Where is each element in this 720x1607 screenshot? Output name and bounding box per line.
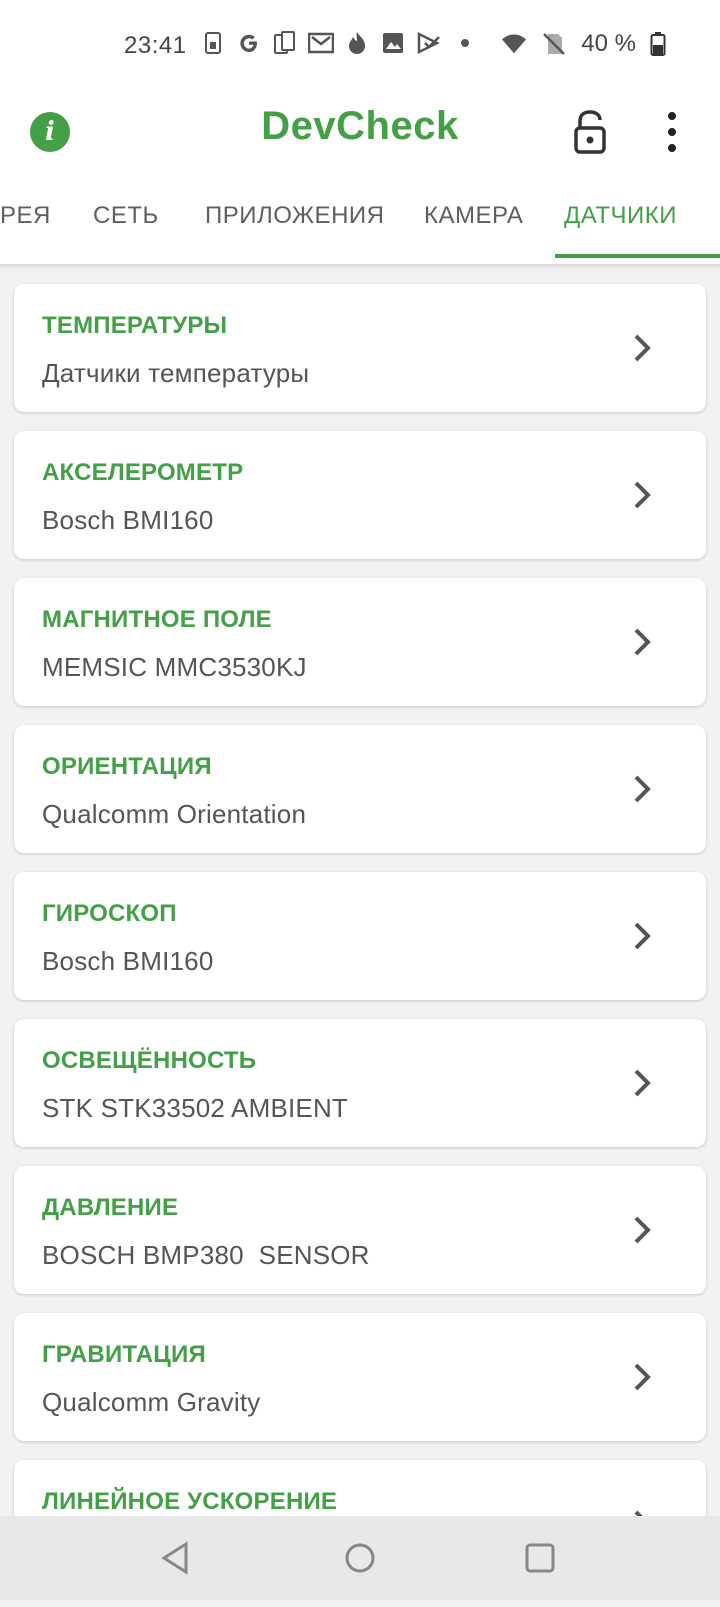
- sensor-title: АКСЕЛЕРОМЕТР: [42, 459, 244, 486]
- gmail-icon: [308, 30, 334, 56]
- sensor-title: ДАВЛЕНИЕ: [42, 1194, 179, 1221]
- chevron-right-icon: [630, 920, 654, 952]
- sensor-card-light[interactable]: ОСВЕЩЁННОСТЬ STK STK33502 AMBIENT: [14, 1019, 706, 1147]
- sensor-title: МАГНИТНОЕ ПОЛЕ: [42, 606, 272, 633]
- tab-bar: РЕЯ СЕТЬ ПРИЛОЖЕНИЯ КАМЕРА ДАТЧИКИ: [0, 180, 720, 260]
- status-system-icons: 40 %: [501, 30, 666, 58]
- sensor-card-pressure[interactable]: ДАВЛЕНИЕ BOSCH BMP380 SENSOR: [14, 1166, 706, 1294]
- tab-camera[interactable]: КАМЕРА: [424, 202, 523, 230]
- sensor-title: ГИРОСКОП: [42, 900, 177, 927]
- more-vert-icon[interactable]: [662, 112, 682, 152]
- fire-icon: [344, 30, 370, 56]
- sensor-title: ОСВЕЩЁННОСТЬ: [42, 1047, 257, 1074]
- image-icon: [380, 30, 406, 56]
- google-icon: [236, 30, 262, 56]
- app-bar: i DevCheck РЕЯ СЕТЬ ПРИЛОЖЕНИЯ КАМЕРА ДА…: [0, 96, 720, 264]
- sim-icon: [200, 30, 226, 56]
- sensor-card-magnetic-field[interactable]: МАГНИТНОЕ ПОЛЕ MEMSIC MMC3530KJ: [14, 578, 706, 706]
- back-icon[interactable]: [156, 1538, 196, 1578]
- system-nav-bar: [0, 1516, 720, 1600]
- chevron-right-icon: [630, 1067, 654, 1099]
- wifi-icon: [501, 31, 527, 57]
- active-tab-indicator: [555, 254, 720, 258]
- chevron-right-icon: [630, 1214, 654, 1246]
- status-notification-icons: [200, 30, 478, 56]
- home-icon[interactable]: [340, 1538, 380, 1578]
- status-bar: 23:41 40 %: [0, 0, 720, 96]
- battery-percent: 40 %: [581, 30, 636, 57]
- sensor-title: ГРАВИТАЦИЯ: [42, 1341, 206, 1368]
- sensor-card-gyroscope[interactable]: ГИРОСКОП Bosch BMI160: [14, 872, 706, 1000]
- sensor-card-orientation[interactable]: ОРИЕНТАЦИЯ Qualcomm Orientation: [14, 725, 706, 853]
- copy-icon: [272, 30, 298, 56]
- tabs-shadow: [0, 264, 720, 270]
- sensor-subtitle: Qualcomm Orientation: [42, 799, 307, 829]
- lock-icon[interactable]: [570, 110, 610, 154]
- battery-icon: [650, 31, 666, 57]
- sensor-subtitle: Bosch BMI160: [42, 946, 214, 976]
- sensor-subtitle: BOSCH BMP380 SENSOR: [42, 1240, 370, 1270]
- chevron-right-icon: [630, 626, 654, 658]
- sensor-subtitle: STK STK33502 AMBIENT: [42, 1093, 349, 1123]
- status-time: 23:41: [124, 32, 187, 59]
- recents-icon[interactable]: [520, 1538, 560, 1578]
- tab-battery[interactable]: РЕЯ: [0, 202, 51, 230]
- chevron-right-icon: [630, 1361, 654, 1393]
- app-title: DevCheck: [261, 104, 459, 148]
- sensor-card-gravity[interactable]: ГРАВИТАЦИЯ Qualcomm Gravity: [14, 1313, 706, 1441]
- sensor-list: ТЕМПЕРАТУРЫ Датчики температуры АКСЕЛЕРО…: [14, 284, 706, 1607]
- sensor-subtitle: Датчики температуры: [42, 358, 310, 388]
- chevron-right-icon: [630, 332, 654, 364]
- tab-apps[interactable]: ПРИЛОЖЕНИЯ: [205, 202, 384, 230]
- chevron-right-icon: [630, 479, 654, 511]
- chevron-right-icon: [630, 773, 654, 805]
- sensor-subtitle: Bosch BMI160: [42, 505, 214, 535]
- tab-network[interactable]: СЕТЬ: [93, 202, 159, 230]
- sensor-card-accelerometer[interactable]: АКСЕЛЕРОМЕТР Bosch BMI160: [14, 431, 706, 559]
- sensor-title: ТЕМПЕРАТУРЫ: [42, 312, 228, 339]
- tab-sensors[interactable]: ДАТЧИКИ: [564, 202, 677, 230]
- sensor-subtitle: MEMSIC MMC3530KJ: [42, 652, 307, 682]
- sensor-card-temperature[interactable]: ТЕМПЕРАТУРЫ Датчики температуры: [14, 284, 706, 412]
- sensor-subtitle: Qualcomm Gravity: [42, 1387, 261, 1417]
- no-sim-icon: [541, 31, 567, 57]
- sensor-title: ЛИНЕЙНОЕ УСКОРЕНИЕ: [42, 1488, 338, 1515]
- sensor-title: ОРИЕНТАЦИЯ: [42, 753, 212, 780]
- play-icon: [416, 30, 442, 56]
- dot-icon: [452, 30, 478, 56]
